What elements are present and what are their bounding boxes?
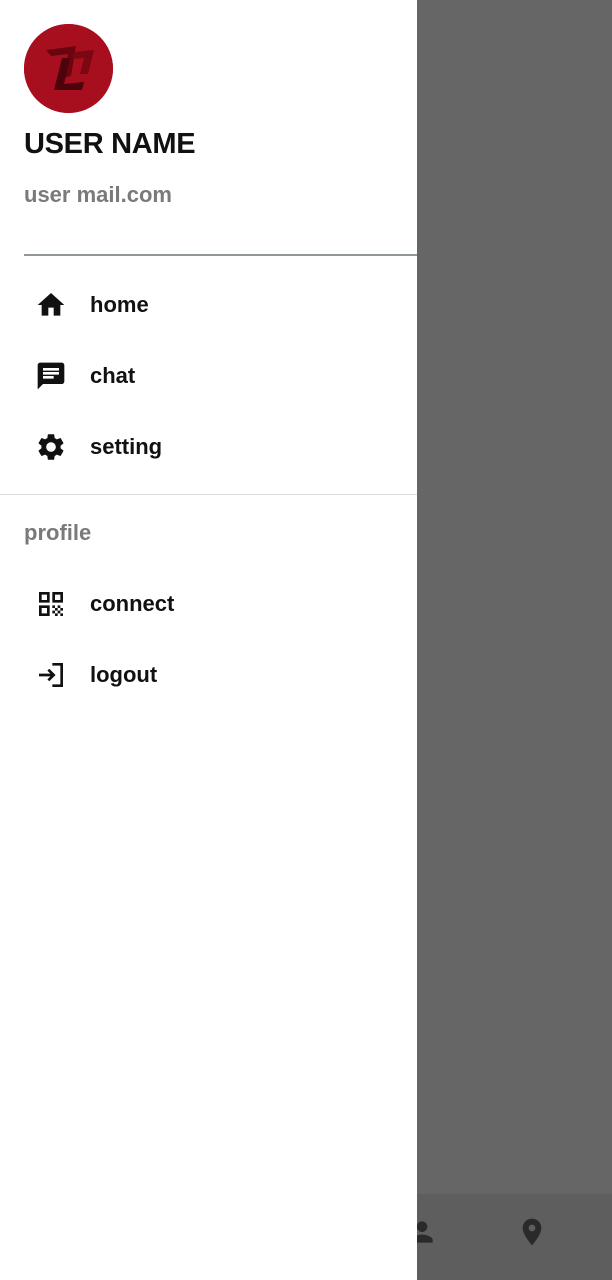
home-icon [34, 288, 68, 322]
chat-icon [34, 359, 68, 393]
menu-item-label: logout [90, 662, 158, 687]
gear-icon [34, 430, 68, 464]
logout-icon [34, 658, 68, 692]
menu-item-chat[interactable]: chat [0, 346, 417, 406]
menu-item-home[interactable]: home [0, 275, 417, 335]
section-divider [0, 494, 417, 495]
location-pin-icon[interactable] [516, 1216, 548, 1248]
menu-item-connect[interactable]: connect [0, 574, 417, 634]
header-divider [24, 254, 417, 256]
menu-item-logout[interactable]: logout [0, 645, 417, 705]
menu-item-setting[interactable]: setting [0, 417, 417, 477]
menu-item-label: connect [90, 591, 175, 616]
logo-avatar-icon [24, 24, 113, 113]
user-name: USER NAME [24, 128, 196, 160]
menu-item-label: home [90, 292, 149, 317]
menu-item-label: chat [90, 363, 136, 388]
section-title-profile: profile [24, 520, 92, 545]
menu-item-label: setting [90, 434, 163, 459]
user-email: user mail.com [24, 182, 172, 207]
navigation-drawer: USER NAME user mail.com home chat settin… [0, 0, 417, 1280]
qr-code-icon [34, 587, 68, 621]
avatar[interactable] [24, 24, 113, 113]
